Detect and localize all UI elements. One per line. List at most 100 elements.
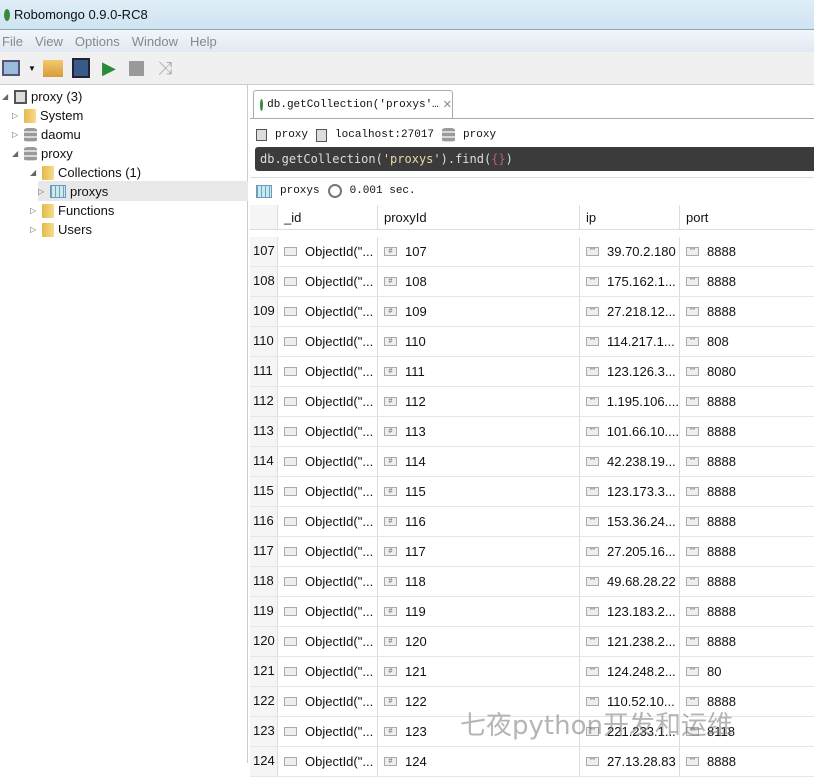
cell-proxyid[interactable]: #117: [378, 537, 580, 566]
cell-proxyid[interactable]: #114: [378, 447, 580, 476]
cell-proxyid[interactable]: #118: [378, 567, 580, 596]
table-row[interactable]: 114 ObjectId("... #114 "" 42.238.19... "" 8888: [250, 447, 814, 477]
menu-window[interactable]: Window: [130, 34, 184, 49]
connect-dropdown-icon[interactable]: ▼: [28, 64, 36, 73]
cell-ip[interactable]: "" 123.126.3...: [580, 357, 680, 386]
cell-port[interactable]: "" 8888: [680, 477, 814, 506]
cell-id[interactable]: ObjectId("...: [278, 417, 378, 446]
cell-proxyid[interactable]: #121: [378, 657, 580, 686]
cell-port[interactable]: "" 808: [680, 327, 814, 356]
cell-id[interactable]: ObjectId("...: [278, 237, 378, 266]
menu-options[interactable]: Options: [73, 34, 126, 49]
table-row[interactable]: 107 ObjectId("... #107 "" 39.70.2.180 "" 8888: [250, 237, 814, 267]
cell-ip[interactable]: "" 153.36.24...: [580, 507, 680, 536]
cell-id[interactable]: ObjectId("...: [278, 717, 378, 746]
cell-port[interactable]: "" 80: [680, 657, 814, 686]
cell-proxyid[interactable]: #108: [378, 267, 580, 296]
menu-help[interactable]: Help: [188, 34, 223, 49]
table-row[interactable]: 113 ObjectId("... #113 "" 101.66.10.... "" 888…: [250, 417, 814, 447]
cell-ip[interactable]: "" 123.173.3...: [580, 477, 680, 506]
column-header-ip[interactable]: ip: [580, 205, 680, 229]
cell-proxyid[interactable]: #112: [378, 387, 580, 416]
table-row[interactable]: 109 ObjectId("... #109 "" 27.218.12... "" 8888: [250, 297, 814, 327]
column-header-proxyid[interactable]: proxyId: [378, 205, 580, 229]
cell-proxyid[interactable]: #119: [378, 597, 580, 626]
tree-functions[interactable]: ▷ Functions: [30, 201, 114, 220]
cell-id[interactable]: ObjectId("...: [278, 597, 378, 626]
menu-file[interactable]: File: [0, 34, 29, 49]
tree-db-proxy[interactable]: ◢ proxy: [12, 144, 73, 163]
table-row[interactable]: 110 ObjectId("... #110 "" 114.217.1... "" 808: [250, 327, 814, 357]
tree-collections[interactable]: ◢ Collections (1): [30, 163, 141, 182]
close-tab-icon[interactable]: ✕: [443, 98, 452, 111]
cell-id[interactable]: ObjectId("...: [278, 477, 378, 506]
open-button[interactable]: [42, 57, 64, 79]
cell-ip[interactable]: "" 121.238.2...: [580, 627, 680, 656]
tree-collection-proxys[interactable]: ▷ proxys: [38, 181, 248, 201]
save-button[interactable]: [70, 57, 92, 79]
cell-id[interactable]: ObjectId("...: [278, 507, 378, 536]
cell-port[interactable]: "" 8888: [680, 567, 814, 596]
table-row[interactable]: 116 ObjectId("... #116 "" 153.36.24... "" 8888: [250, 507, 814, 537]
cell-ip[interactable]: "" 39.70.2.180: [580, 237, 680, 266]
cell-port[interactable]: "" 8888: [680, 447, 814, 476]
stop-button[interactable]: [126, 57, 148, 79]
cell-proxyid[interactable]: #124: [378, 747, 580, 776]
table-row[interactable]: 120 ObjectId("... #120 "" 121.238.2... "" 8888: [250, 627, 814, 657]
cell-proxyid[interactable]: #120: [378, 627, 580, 656]
tree-db-daomu[interactable]: ▷ daomu: [12, 125, 81, 144]
cell-ip[interactable]: "" 123.183.2...: [580, 597, 680, 626]
column-header-port[interactable]: port: [680, 205, 814, 229]
cell-port[interactable]: "" 8888: [680, 627, 814, 656]
cell-id[interactable]: ObjectId("...: [278, 297, 378, 326]
table-row[interactable]: 118 ObjectId("... #118 "" 49.68.28.22 "" 8888: [250, 567, 814, 597]
cell-id[interactable]: ObjectId("...: [278, 567, 378, 596]
cell-port[interactable]: "" 8888: [680, 507, 814, 536]
cell-ip[interactable]: "" 49.68.28.22: [580, 567, 680, 596]
cell-id[interactable]: ObjectId("...: [278, 657, 378, 686]
query-tab[interactable]: db.getCollection('proxys'… ✕: [253, 90, 453, 118]
query-editor[interactable]: db.getCollection('proxys').find({}): [255, 147, 814, 171]
cell-proxyid[interactable]: #109: [378, 297, 580, 326]
cell-ip[interactable]: "" 114.217.1...: [580, 327, 680, 356]
cell-id[interactable]: ObjectId("...: [278, 447, 378, 476]
cell-port[interactable]: "" 8888: [680, 537, 814, 566]
table-row[interactable]: 115 ObjectId("... #115 "" 123.173.3... "" 8888: [250, 477, 814, 507]
cell-id[interactable]: ObjectId("...: [278, 537, 378, 566]
cell-port[interactable]: "" 8888: [680, 387, 814, 416]
cell-id[interactable]: ObjectId("...: [278, 687, 378, 716]
table-row[interactable]: 111 ObjectId("... #111 "" 123.126.3... "" 8080: [250, 357, 814, 387]
cell-id[interactable]: ObjectId("...: [278, 387, 378, 416]
cell-proxyid[interactable]: #113: [378, 417, 580, 446]
cell-ip[interactable]: "" 27.218.12...: [580, 297, 680, 326]
menu-view[interactable]: View: [33, 34, 69, 49]
column-header-id[interactable]: _id: [278, 205, 378, 229]
table-row[interactable]: 117 ObjectId("... #117 "" 27.205.16... "" 8888: [250, 537, 814, 567]
cell-port[interactable]: "" 8888: [680, 597, 814, 626]
cell-proxyid[interactable]: #115: [378, 477, 580, 506]
cell-port[interactable]: "" 8888: [680, 237, 814, 266]
tree-system[interactable]: ▷ System: [12, 106, 83, 125]
cell-ip[interactable]: "" 42.238.19...: [580, 447, 680, 476]
tree-server-proxy[interactable]: ◢ proxy (3): [2, 87, 82, 106]
cell-ip[interactable]: "" 27.205.16...: [580, 537, 680, 566]
table-row[interactable]: 121 ObjectId("... #121 "" 124.248.2... "" 80: [250, 657, 814, 687]
table-row[interactable]: 108 ObjectId("... #108 "" 175.162.1... "" 8888: [250, 267, 814, 297]
cell-ip[interactable]: "" 175.162.1...: [580, 267, 680, 296]
tree-users[interactable]: ▷ Users: [30, 220, 92, 239]
cell-port[interactable]: "" 8080: [680, 357, 814, 386]
cell-ip[interactable]: "" 27.13.28.83: [580, 747, 680, 776]
execute-button[interactable]: ▶: [98, 57, 120, 79]
table-row[interactable]: 112 ObjectId("... #112 "" 1.195.106.... "" 888…: [250, 387, 814, 417]
table-row[interactable]: 124 ObjectId("... #124 "" 27.13.28.83 "" 8888: [250, 747, 814, 777]
cell-id[interactable]: ObjectId("...: [278, 267, 378, 296]
cell-ip[interactable]: "" 101.66.10....: [580, 417, 680, 446]
cell-id[interactable]: ObjectId("...: [278, 357, 378, 386]
cell-ip[interactable]: "" 1.195.106....: [580, 387, 680, 416]
cell-port[interactable]: "" 8888: [680, 747, 814, 776]
orientation-button[interactable]: ⤨: [154, 57, 176, 79]
cell-port[interactable]: "" 8888: [680, 267, 814, 296]
cell-id[interactable]: ObjectId("...: [278, 627, 378, 656]
table-row[interactable]: 119 ObjectId("... #119 "" 123.183.2... "" 8888: [250, 597, 814, 627]
cell-id[interactable]: ObjectId("...: [278, 747, 378, 776]
